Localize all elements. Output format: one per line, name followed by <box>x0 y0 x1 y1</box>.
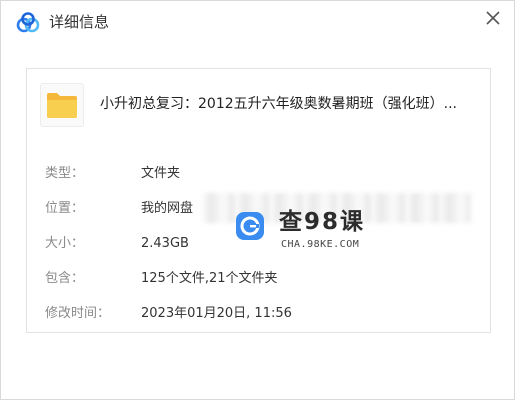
size-value: 2.43GB <box>141 236 189 251</box>
type-value: 文件夹 <box>141 166 181 181</box>
file-name: 小升初总复习：2012五升六年级奥数暑期班（强化班）... <box>100 96 457 112</box>
close-icon[interactable] <box>480 5 506 31</box>
title-bar: 详细信息 <box>1 1 514 45</box>
folder-icon <box>47 93 77 118</box>
dialog-title: 详细信息 <box>49 13 110 31</box>
location-label: 位置： <box>45 201 85 216</box>
watermark-brand: 查98课 <box>279 209 366 235</box>
type-label: 类型： <box>45 166 85 181</box>
size-label: 大小： <box>45 236 85 251</box>
watermark-logo-icon <box>235 211 265 241</box>
contains-label: 包含： <box>45 271 85 286</box>
folder-thumbnail <box>40 83 84 127</box>
contains-value: 125个文件,21个文件夹 <box>141 271 278 286</box>
watermark: 查98课 CHA.98KE.COM <box>235 207 375 259</box>
watermark-url: CHA.98KE.COM <box>281 239 360 250</box>
close-button[interactable] <box>480 5 506 31</box>
modified-label: 修改时间： <box>45 306 111 321</box>
location-value[interactable]: 我的网盘 <box>141 199 193 219</box>
baidu-netdisk-cloud-icon <box>15 10 41 36</box>
details-dialog: 详细信息 小升初总复习：2012五升六年级奥数暑期班（强化班）... 类型： 文… <box>0 0 515 400</box>
modified-value: 2023年01月20日, 11:56 <box>141 306 292 321</box>
